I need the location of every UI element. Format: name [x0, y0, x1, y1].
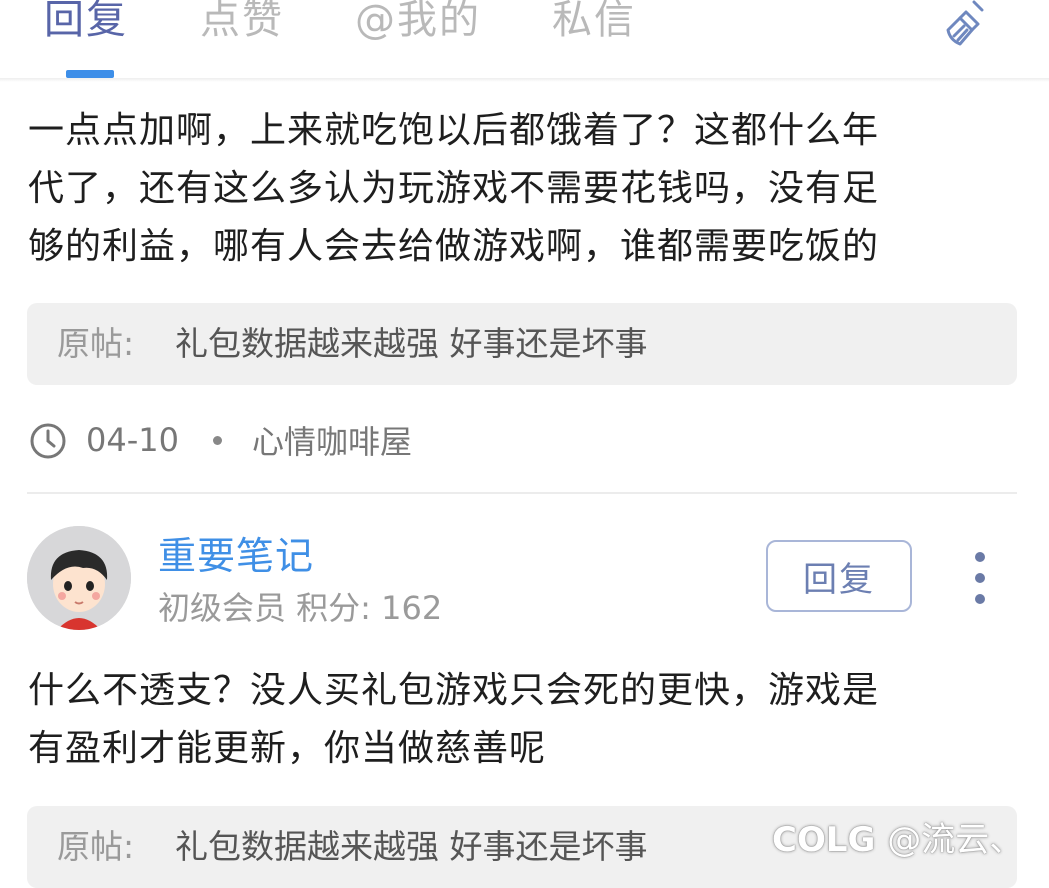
post-body: 一点点加啊，上来就吃饱以后都饿着了？这都什么年 代了，还有这么多认为玩游戏不需要… — [28, 102, 879, 276]
post-divider — [27, 492, 1017, 494]
watermark-logo: COLG — [772, 820, 876, 860]
tab-message[interactable]: 私信 — [552, 0, 636, 48]
post-body: 什么不透支？没人买礼包游戏只会死的更快，游戏是 有盈利才能更新，你当做慈善呢 — [28, 662, 879, 778]
user-level: 初级会员 积分: 162 — [158, 589, 443, 627]
tab-bar-divider — [0, 78, 1049, 82]
more-dot — [975, 594, 985, 604]
separator-dot — [212, 435, 222, 445]
post-body-line: 代了，还有这么多认为玩游戏不需要花钱吗，没有足 — [28, 168, 880, 209]
forum-name[interactable]: 心情咖啡屋 — [252, 417, 412, 463]
tab-like[interactable]: 点赞 — [200, 0, 284, 48]
origin-title: 礼包数据越来越强 好事还是坏事 — [175, 827, 648, 866]
more-dot — [975, 573, 985, 583]
more-dot — [975, 552, 985, 562]
reply-button[interactable]: 回复 — [766, 540, 912, 612]
broom-icon[interactable] — [944, 0, 1000, 48]
tab-bar: 回复 点赞 @我的 私信 — [0, 0, 1049, 82]
watermark-handle: @流云、 — [887, 820, 1024, 860]
origin-label: 原帖: — [57, 324, 135, 363]
post-body-line: 什么不透支？没人买礼包游戏只会死的更快，游戏是 — [28, 670, 880, 711]
username[interactable]: 重要笔记 — [158, 530, 314, 582]
active-tab-indicator — [66, 70, 114, 78]
post-body-line: 一点点加啊，上来就吃饱以后都饿着了？这都什么年 — [28, 110, 880, 151]
tab-mention[interactable]: @我的 — [355, 0, 481, 48]
watermark: COLG @流云、 — [772, 812, 1023, 861]
more-vertical-icon[interactable] — [968, 552, 992, 604]
clock-icon — [30, 423, 66, 459]
origin-title: 礼包数据越来越强 好事还是坏事 — [175, 324, 648, 363]
avatar[interactable] — [27, 526, 131, 630]
origin-label: 原帖: — [57, 827, 135, 866]
tab-reply[interactable]: 回复 — [44, 0, 128, 48]
origin-post-link[interactable]: 原帖: 礼包数据越来越强 好事还是坏事 — [27, 303, 1017, 385]
post-date: 04-10 — [86, 421, 179, 459]
post-body-line: 有盈利才能更新，你当做慈善呢 — [28, 728, 547, 769]
post-meta: 04-10 心情咖啡屋 — [28, 418, 412, 462]
post-body-line: 够的利益，哪有人会去给做游戏啊，谁都需要吃饭的 — [28, 226, 880, 267]
